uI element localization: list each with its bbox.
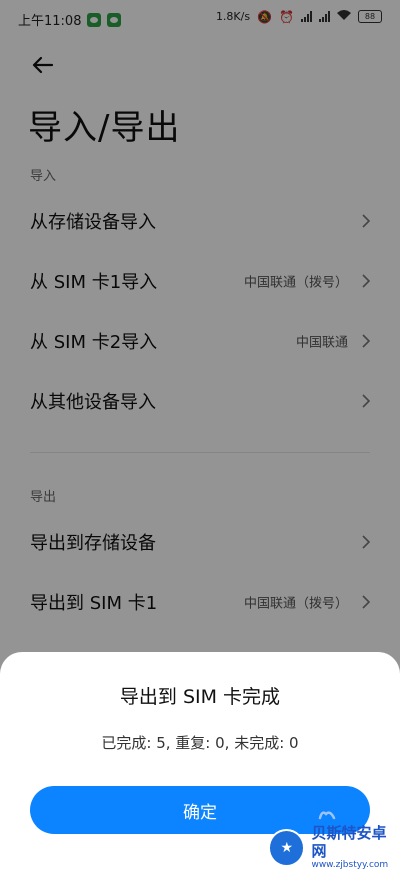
site-watermark: ★ 贝斯特安卓网 www.zjbstyy.com xyxy=(268,824,400,871)
contacts-import-export-screen: 上午11:08 1.8K/s 🔕 ⏰ 88 导入/导出 导入 从存储设备导入 从… xyxy=(0,0,400,870)
watermark-arrow-icon xyxy=(318,811,336,820)
dialog-message: 已完成: 5, 重复: 0, 未完成: 0 xyxy=(101,734,299,752)
watermark-text: 贝斯特安卓网 www.zjbstyy.com xyxy=(311,824,400,871)
watermark-logo-icon: ★ xyxy=(268,828,306,867)
watermark-name: 贝斯特安卓网 xyxy=(311,824,387,860)
dialog-title: 导出到 SIM 卡完成 xyxy=(119,686,281,708)
watermark-url: www.zjbstyy.com xyxy=(311,860,389,870)
